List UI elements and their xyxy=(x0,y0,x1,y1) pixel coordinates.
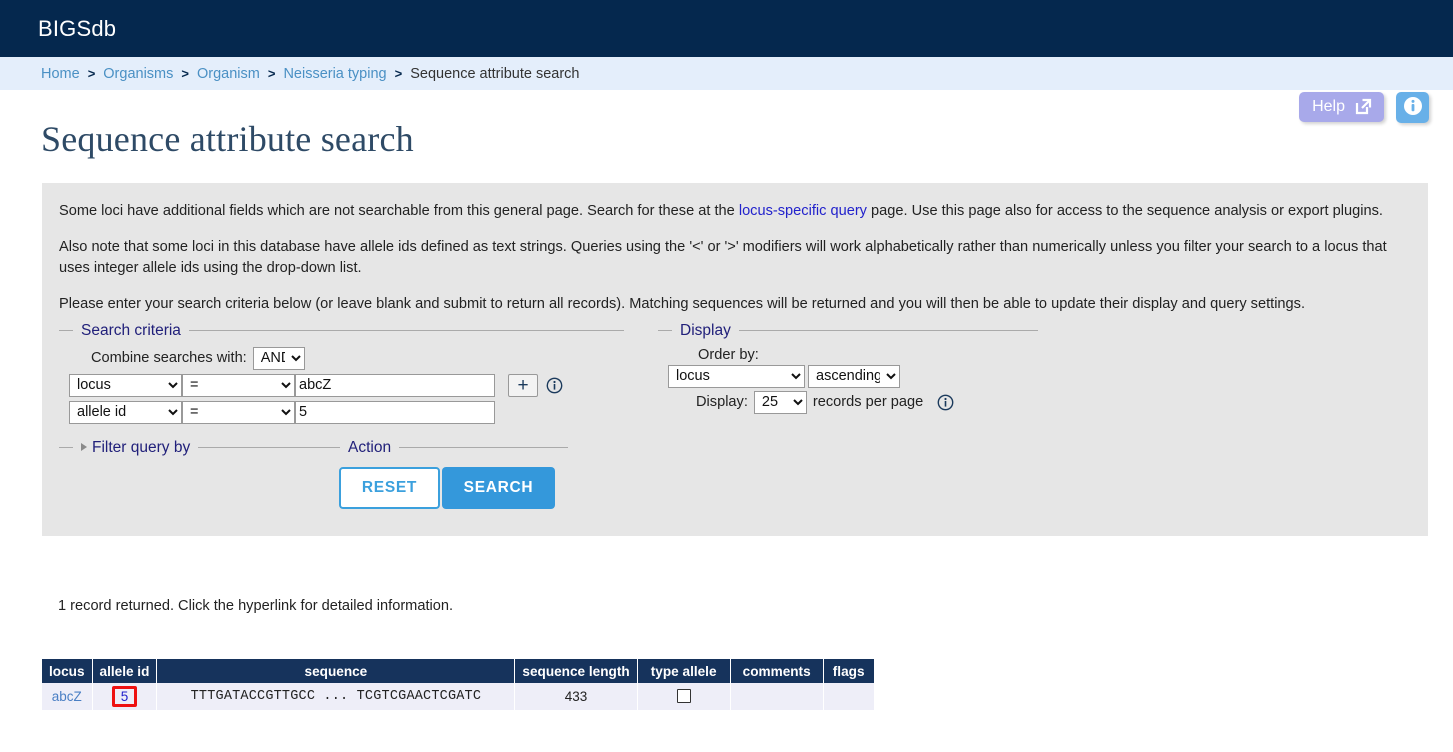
criteria-row-2: allele id = xyxy=(69,400,614,424)
results-table: locus allele id sequence sequence length… xyxy=(42,659,874,710)
criteria-value-input-2[interactable] xyxy=(295,400,495,424)
page-size-row: Display: 25 records per page xyxy=(668,390,1028,414)
results-note: 1 record returned. Click the hyperlink f… xyxy=(58,598,454,614)
search-criteria-fieldset: Search criteria Combine searches with: A… xyxy=(59,321,624,432)
records-per-page-label: records per page xyxy=(812,394,924,411)
combine-searches-row: Combine searches with: AND xyxy=(91,346,614,370)
criteria-info-icon[interactable] xyxy=(546,377,563,394)
filter-query-body xyxy=(59,457,326,516)
criteria-field-select-2[interactable]: allele id xyxy=(69,400,182,424)
table-row: abcZ 5 TTTGATACCGTTGCC ... TCGTCGAACTCGA… xyxy=(42,683,874,710)
intro-paragraph-3: Please enter your search criteria below … xyxy=(59,296,1306,313)
combine-searches-select[interactable]: AND xyxy=(252,346,305,370)
filter-query-legend-label: Filter query by xyxy=(92,438,191,456)
cell-locus: abcZ xyxy=(42,683,93,710)
page-title: Sequence attribute search xyxy=(41,119,414,159)
combine-searches-label: Combine searches with: xyxy=(91,350,247,367)
action-buttons: RESET SEARCH xyxy=(326,457,568,509)
cell-type-allele xyxy=(637,683,731,710)
display-fieldset: Display Order by: locus ascending Displa… xyxy=(658,321,1038,418)
order-by-select[interactable]: locus xyxy=(668,364,805,388)
cell-comments xyxy=(730,683,824,710)
display-label: Display: xyxy=(696,394,748,411)
locus-link[interactable]: abcZ xyxy=(52,689,82,704)
order-by-label: Order by: xyxy=(698,346,759,363)
breadcrumb-separator: > xyxy=(394,66,403,81)
highlight-box: 5 xyxy=(111,686,138,707)
add-criteria-button[interactable]: + xyxy=(508,373,538,397)
locus-specific-query-link[interactable]: locus-specific query xyxy=(739,203,867,219)
filter-query-legend[interactable]: Filter query by xyxy=(73,439,198,457)
display-info-icon[interactable] xyxy=(937,394,954,411)
criteria-row-1: locus = + xyxy=(69,373,614,397)
site-title: BIGSdb xyxy=(38,15,117,41)
allele-id-link[interactable]: 5 xyxy=(121,689,129,704)
column-header-sequence-length[interactable]: sequence length xyxy=(514,659,638,683)
help-button-label: Help xyxy=(1312,97,1345,115)
help-button[interactable]: Help xyxy=(1299,92,1384,122)
intro-para1-text-b: page. Use this page also for access to t… xyxy=(866,203,1383,219)
type-allele-checkbox xyxy=(676,688,691,703)
external-link-icon xyxy=(1354,97,1373,116)
action-fieldset: Action RESET SEARCH xyxy=(326,438,568,509)
cell-sequence-length: 433 xyxy=(514,683,638,710)
main-panel: Some loci have additional fields which a… xyxy=(42,183,1428,536)
results-table-wrapper: locus allele id sequence sequence length… xyxy=(42,659,874,710)
reset-button[interactable]: RESET xyxy=(339,466,440,509)
intro-paragraph-2: Also note that some loci in this databas… xyxy=(59,239,1387,277)
column-header-type-allele[interactable]: type allele xyxy=(637,659,731,683)
action-legend: Action xyxy=(348,438,392,456)
search-button[interactable]: SEARCH xyxy=(442,466,555,509)
intro-para1-text-a: Some loci have additional fields which a… xyxy=(59,203,739,219)
breadcrumb-separator: > xyxy=(267,66,276,81)
criteria-operator-select-1[interactable]: = xyxy=(182,373,295,397)
criteria-value-input-1[interactable] xyxy=(295,373,495,397)
order-by-row: locus ascending xyxy=(668,364,1028,388)
triangle-right-icon xyxy=(81,442,87,451)
breadcrumb-separator: > xyxy=(181,66,189,81)
display-legend: Display xyxy=(680,321,731,339)
display-body: Order by: locus ascending Display: 25 re… xyxy=(658,340,1038,418)
order-direction-select[interactable]: ascending xyxy=(808,364,900,388)
breadcrumb-item-home[interactable]: Home xyxy=(41,66,80,82)
page-actions: Help xyxy=(1299,92,1429,123)
info-button[interactable] xyxy=(1396,92,1429,123)
column-header-allele-id[interactable]: allele id xyxy=(92,659,158,683)
breadcrumb-separator: > xyxy=(87,66,96,81)
cell-allele-id: 5 xyxy=(92,683,158,710)
intro-paragraph-1: Some loci have additional fields which a… xyxy=(59,201,1411,222)
search-criteria-legend: Search criteria xyxy=(81,321,181,339)
column-header-sequence[interactable]: sequence xyxy=(156,659,516,683)
column-header-comments[interactable]: comments xyxy=(730,659,824,683)
breadcrumb-item-current: Sequence attribute search xyxy=(410,65,580,82)
criteria-display-row: Search criteria Combine searches with: A… xyxy=(59,321,1411,432)
criteria-operator-select-2[interactable]: = xyxy=(182,400,295,424)
page-size-select[interactable]: 25 xyxy=(753,390,807,414)
column-header-locus[interactable]: locus xyxy=(42,659,93,683)
info-circle-icon xyxy=(1403,96,1423,119)
filter-action-row: Filter query by Action RESET SEARCH xyxy=(59,438,1411,516)
breadcrumb-item-neisseria-typing[interactable]: Neisseria typing xyxy=(283,66,386,82)
filter-query-fieldset: Filter query by xyxy=(59,438,326,516)
cell-flags xyxy=(823,683,874,710)
column-header-flags[interactable]: flags xyxy=(823,659,874,683)
cell-sequence: TTTGATACCGTTGCC ... TCGTCGAACTCGATC xyxy=(156,683,516,710)
search-criteria-body: Combine searches with: AND locus = + xyxy=(59,340,624,432)
breadcrumb: Home > Organisms > Organism > Neisseria … xyxy=(0,57,1453,90)
site-header: BIGSdb xyxy=(0,0,1453,57)
breadcrumb-item-organisms[interactable]: Organisms xyxy=(103,66,173,82)
breadcrumb-item-organism[interactable]: Organism xyxy=(197,66,260,82)
table-header-row: locus allele id sequence sequence length… xyxy=(42,659,874,683)
criteria-field-select-1[interactable]: locus xyxy=(69,373,182,397)
